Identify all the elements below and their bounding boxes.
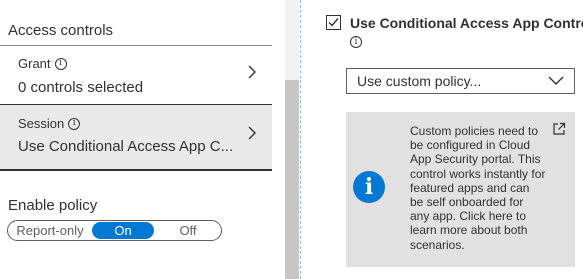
info-box-text: Custom policies need to be configured in…: [410, 124, 546, 252]
panel-divider: [300, 0, 301, 279]
app-control-label: Use Conditional Access App Control: [350, 15, 583, 31]
session-label: Session: [18, 116, 65, 131]
session-value: Use Conditional Access App C...: [18, 138, 234, 155]
section-title: Access controls: [8, 22, 114, 39]
info-circle-icon[interactable]: i: [350, 36, 362, 48]
info-circle-icon[interactable]: i: [54, 57, 67, 70]
chevron-right-icon: [248, 65, 256, 79]
session-label-group: Session i: [18, 116, 81, 131]
divider: [0, 169, 272, 171]
grant-row[interactable]: Grant i 0 controls selected: [0, 46, 272, 104]
external-link-icon[interactable]: [552, 122, 566, 136]
app-control-checkbox[interactable]: [326, 15, 341, 30]
info-circle-icon[interactable]: i: [68, 117, 81, 130]
policy-dropdown[interactable]: Use custom policy...: [346, 68, 575, 94]
session-row[interactable]: Session i Use Conditional Access App C..…: [0, 105, 272, 170]
toggle-option-off[interactable]: Off: [157, 221, 219, 240]
dropdown-value: Use custom policy...: [357, 73, 482, 89]
toggle-option-on[interactable]: On: [92, 222, 154, 239]
grant-value: 0 controls selected: [18, 79, 144, 96]
grant-label: Grant: [18, 56, 51, 71]
chevron-down-icon: [548, 76, 564, 85]
enable-policy-toggle: Report-only On Off: [7, 220, 222, 241]
grant-label-group: Grant i: [18, 56, 67, 71]
scrollbar-thumb[interactable]: [285, 80, 299, 279]
chevron-right-icon: [248, 126, 256, 140]
enable-policy-label: Enable policy: [8, 197, 98, 214]
checkmark-icon: [328, 18, 339, 27]
info-icon: i: [353, 171, 385, 203]
toggle-option-report-only[interactable]: Report-only: [8, 221, 92, 240]
